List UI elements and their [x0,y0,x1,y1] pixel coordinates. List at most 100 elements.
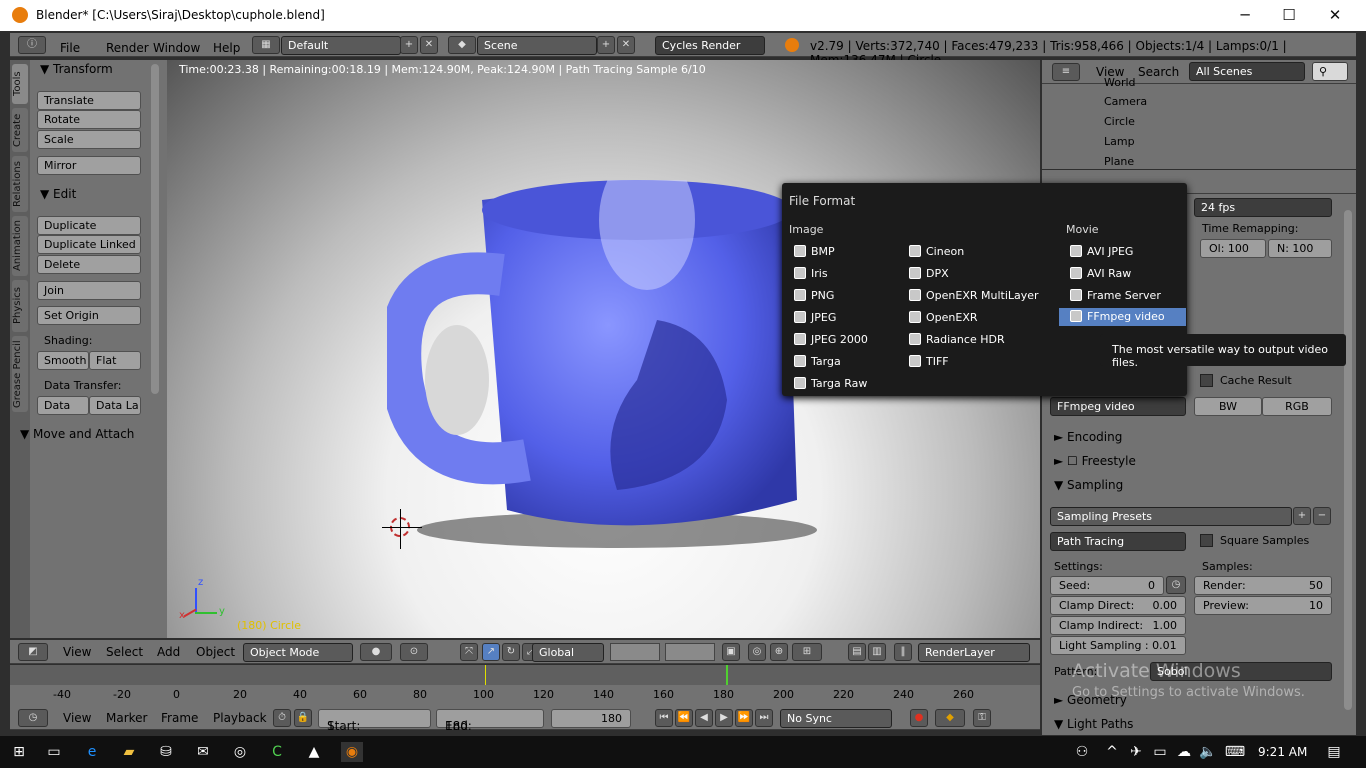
3d-view-editor-icon[interactable]: ◩ [18,643,48,661]
light-sampling-field[interactable]: Light Sampling : 0.01 [1050,636,1186,655]
translate-manipulator-icon[interactable]: ↗ [482,643,500,661]
task-view-icon[interactable]: ▭ [44,742,64,762]
network-icon[interactable]: ✈ [1126,742,1146,762]
current-frame-field[interactable]: 180 [551,709,631,728]
data-layout-button[interactable]: Data La [89,396,141,415]
minimize-button[interactable]: ─ [1222,0,1268,31]
lock-layers-icon[interactable]: ▣ [722,643,740,661]
timeline-scrubber[interactable] [10,665,1040,685]
info-editor-icon[interactable]: ⓘ [18,36,46,54]
format-jpeg-2000[interactable]: JPEG 2000 [794,333,868,346]
format-png[interactable]: PNG [794,289,834,302]
cache-result-checkbox[interactable] [1200,374,1213,387]
menu-help[interactable]: Help [213,41,240,55]
translate-button[interactable]: Translate [37,91,141,110]
tab-grease-pencil[interactable]: Grease Pencil [12,336,28,412]
play-icon[interactable]: ▶ [715,709,733,727]
select-menu[interactable]: Select [106,645,143,659]
format-avi-jpeg[interactable]: AVI JPEG [1070,245,1133,258]
start-frame-field[interactable]: Start: 1 [318,709,431,733]
outliner-search-icon[interactable]: ⚲ [1312,62,1348,81]
remove-preset-icon[interactable]: − [1313,507,1331,525]
tool-shelf-scrollbar[interactable] [151,64,159,394]
join-button[interactable]: Join [37,281,141,300]
format-iris[interactable]: Iris [794,267,828,280]
screen-layout-field[interactable]: Default [281,36,401,55]
outliner-item-world[interactable]: World [1104,76,1136,89]
move-attach-panel-title[interactable]: ▼ Move and Attach [20,427,134,441]
close-button[interactable]: ✕ [1312,0,1358,31]
display-mode-select[interactable]: All Scenes [1189,62,1305,81]
proportional-edit-icon[interactable]: ◎ [748,643,766,661]
preview-samples-field[interactable]: Preview: 10 [1194,596,1332,615]
frame-rate-select[interactable]: 24 fps [1194,198,1332,217]
file-explorer-icon[interactable]: ▰ [119,742,139,762]
screen-layout-icon[interactable]: ▦ [252,36,280,54]
edge-icon[interactable]: e [82,742,102,762]
time-remap-new[interactable]: N: 100 [1268,239,1332,258]
jump-start-icon[interactable]: ⏮ [655,709,673,727]
menu-file[interactable]: File [60,41,80,55]
properties-scrollbar[interactable] [1344,210,1352,710]
outliner-item-lamp[interactable]: Lamp [1104,135,1135,148]
preview-range-icon[interactable]: ⏱ [273,709,291,727]
seed-field[interactable]: Seed: 0 [1050,576,1164,595]
snap-element-icon[interactable]: ⊞ [792,643,822,661]
scene-field[interactable]: Scene [477,36,597,55]
format-dpx[interactable]: DPX [909,267,949,280]
format-jpeg[interactable]: JPEG [794,311,836,324]
add-preset-icon[interactable]: + [1293,507,1311,525]
add-menu[interactable]: Add [157,645,180,659]
add-scene-icon[interactable]: + [597,36,615,54]
remove-scene-icon[interactable]: ✕ [617,36,635,54]
scale-button[interactable]: Scale [37,130,141,149]
format-radiance-hdr[interactable]: Radiance HDR [909,333,1005,346]
keying-set-icon[interactable]: ◆ [935,709,965,727]
format-bmp[interactable]: BMP [794,245,835,258]
set-origin-select[interactable]: Set Origin [37,306,141,325]
keyboard-icon[interactable]: ⌨ [1222,742,1248,762]
remove-screen-icon[interactable]: ✕ [420,36,438,54]
layer-buttons-left[interactable] [610,643,660,661]
smooth-button[interactable]: Smooth [37,351,89,370]
timeline-frame-menu[interactable]: Frame [161,711,198,725]
interaction-mode-select[interactable]: Object Mode [243,643,353,662]
data-button[interactable]: Data [37,396,89,415]
weather-icon[interactable]: ☁ [1174,742,1194,762]
mail-icon[interactable]: ✉ [193,742,213,762]
render-layer-select[interactable]: RenderLayer [918,643,1030,662]
system-clock[interactable]: 9:21 AM [1258,745,1307,759]
timeline-view-menu[interactable]: View [63,711,91,725]
rotate-button[interactable]: Rotate [37,110,141,129]
delete-button[interactable]: Delete [37,255,141,274]
outliner-search-menu[interactable]: Search [1138,65,1179,79]
format-openexr[interactable]: OpenEXR [909,311,978,324]
photos-icon[interactable]: ▲ [304,742,324,762]
animated-seed-icon[interactable]: ◷ [1166,576,1186,594]
start-icon[interactable]: ⊞ [9,742,29,762]
view-menu[interactable]: View [63,645,91,659]
rotate-manipulator-icon[interactable]: ↻ [502,643,520,661]
menu-render[interactable]: Render [106,41,149,55]
sampling-presets-select[interactable]: Sampling Presets [1050,507,1292,526]
object-menu[interactable]: Object [196,645,235,659]
format-openexr-multilayer[interactable]: OpenEXR MultiLayer [909,289,1039,302]
format-tiff[interactable]: TIFF [909,355,949,368]
outliner-item-plane[interactable]: Plane [1104,155,1134,168]
format-targa[interactable]: Targa [794,355,841,368]
duplicate-linked-button[interactable]: Duplicate Linked [37,235,141,254]
render-image-icon[interactable]: ▤ [848,643,866,661]
sync-mode-select[interactable]: No Sync [780,709,892,728]
tab-physics[interactable]: Physics [12,280,28,332]
camtasia-icon[interactable]: C [267,742,287,762]
format-frame-server[interactable]: Frame Server [1070,289,1161,302]
outliner-editor-icon[interactable]: ≡ [1052,63,1080,81]
pause-render-icon[interactable]: ‖ [894,643,912,661]
3d-cursor-icon[interactable] [382,509,422,549]
tab-relations[interactable]: Relations [12,156,28,212]
outliner-item-camera[interactable]: Camera [1104,95,1147,108]
format-avi-raw[interactable]: AVI Raw [1070,267,1131,280]
flat-button[interactable]: Flat [89,351,141,370]
scene-icon[interactable]: ◆ [448,36,476,54]
jump-end-icon[interactable]: ⏭ [755,709,773,727]
